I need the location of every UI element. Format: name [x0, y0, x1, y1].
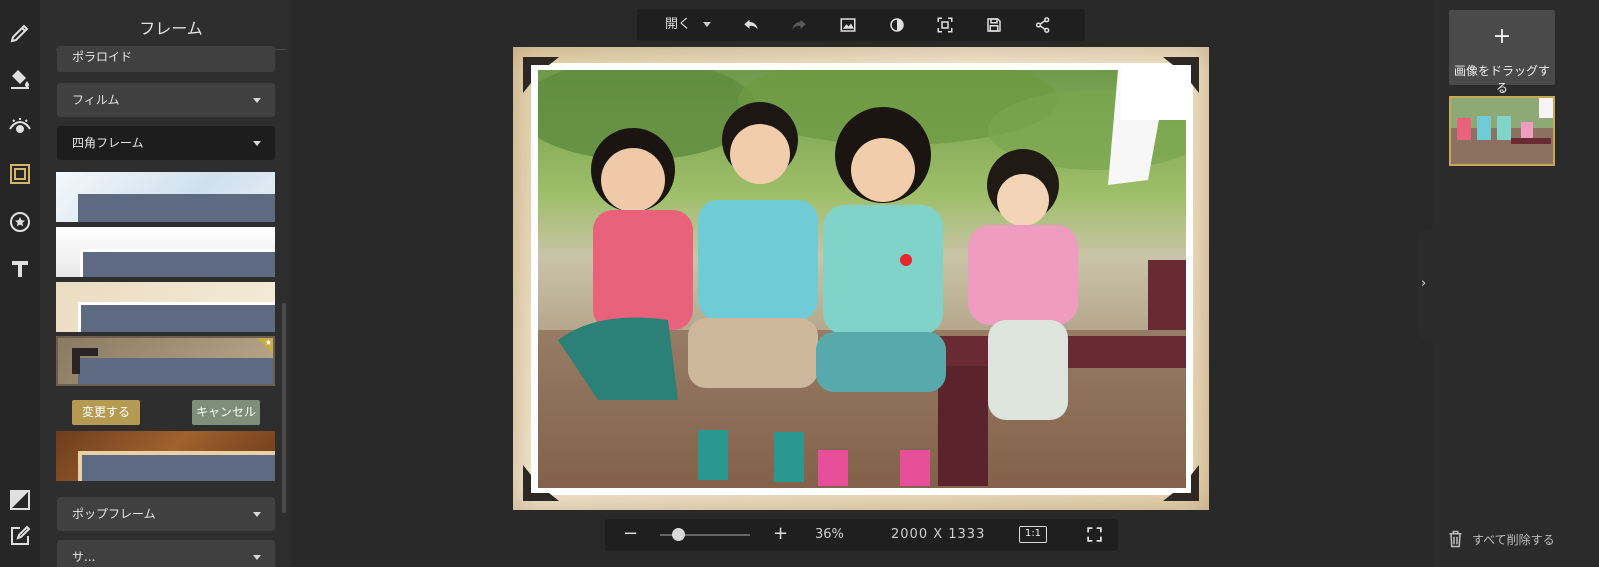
film-dropdown-label: フィルム — [72, 93, 120, 107]
edit-note-icon — [11, 525, 31, 545]
paint-bucket-icon — [11, 70, 29, 89]
polaroid-dropdown-label: ポラロイド — [72, 50, 133, 64]
square-frame-dropdown[interactable]: 四角フレーム — [57, 126, 275, 160]
pop-frame-dropdown-label: ポップフレーム — [72, 507, 156, 521]
save-icon — [987, 18, 1001, 32]
share-button[interactable] — [1033, 15, 1053, 35]
frame-preview — [78, 358, 273, 384]
frame-panel: フレーム ポラロイド フィルム 四角フレーム ★ 変更する キャンセル ポップフ… — [40, 0, 290, 567]
change-button[interactable]: 変更する — [72, 400, 140, 425]
zoom-out-button[interactable]: − — [623, 523, 638, 545]
contrast-icon — [890, 18, 904, 32]
film-dropdown[interactable]: フィルム — [57, 83, 275, 117]
zoom-percent: 36% — [815, 527, 844, 542]
frame-preview — [78, 451, 275, 481]
share-icon — [1035, 17, 1050, 33]
panel-title: フレーム — [56, 0, 286, 50]
frame-icon — [10, 164, 30, 184]
clear-all-button[interactable]: すべて削除する — [1448, 529, 1555, 551]
undo-icon — [744, 19, 758, 30]
fit-screen-icon — [937, 17, 953, 33]
frame-option-white-bevel[interactable] — [56, 227, 275, 277]
image-icon — [840, 18, 856, 32]
photo-children-on-bench — [538, 70, 1186, 488]
chevron-down-icon — [703, 22, 711, 27]
eye-tool[interactable] — [5, 112, 35, 142]
image-drop-zone[interactable]: + 画像をドラッグする — [1449, 10, 1555, 95]
left-tool-rail — [0, 0, 40, 567]
photo-corner-bottom-right — [1163, 465, 1199, 501]
text-tool[interactable] — [5, 254, 35, 284]
contrast-square-icon — [10, 490, 30, 510]
photo-editor-app: フレーム ポラロイド フィルム 四角フレーム ★ 変更する キャンセル ポップフ… — [0, 0, 1599, 567]
cancel-button[interactable]: キャンセル — [192, 400, 260, 425]
paint-bucket-tool[interactable] — [5, 64, 35, 94]
photo-image[interactable] — [538, 70, 1186, 488]
frame-option-vintage-selected[interactable]: ★ — [56, 336, 275, 386]
drop-zone-label: 画像をドラッグする — [1453, 64, 1550, 95]
frame-option-wood[interactable] — [56, 431, 275, 481]
top-toolbar: 開く — [637, 9, 1085, 41]
chevron-down-icon — [253, 512, 261, 517]
text-icon — [12, 261, 28, 277]
fit-screen-button[interactable] — [935, 15, 955, 35]
corner-mount — [72, 348, 98, 374]
frame-option-white-wave[interactable] — [56, 172, 275, 222]
fullscreen-icon[interactable] — [1086, 526, 1103, 543]
contrast-button[interactable] — [887, 15, 907, 35]
save-button[interactable] — [984, 15, 1004, 35]
clear-all-label: すべて削除する — [1472, 533, 1555, 547]
square-frame-dropdown-label: 四角フレーム — [72, 136, 144, 150]
undo-button[interactable] — [741, 15, 761, 35]
redo-button[interactable] — [789, 15, 809, 35]
add-icon: + — [1492, 24, 1512, 49]
frame-preview — [78, 194, 275, 222]
sticker-tool[interactable] — [5, 207, 35, 237]
redo-icon — [792, 19, 806, 30]
right-panel: + 画像をドラッグする — [1433, 0, 1599, 567]
zoom-in-button[interactable]: + — [773, 523, 788, 545]
chevron-down-icon — [253, 141, 261, 146]
edit-note-tool[interactable] — [5, 521, 35, 551]
frame-tool[interactable] — [5, 159, 35, 189]
contrast-square-tool[interactable] — [5, 485, 35, 515]
image-dimensions: 2000 X 1333 — [891, 527, 986, 542]
right-panel-toggle[interactable]: › — [1417, 230, 1433, 340]
chevron-down-icon — [253, 98, 261, 103]
next-category-dropdown[interactable]: サ... — [57, 540, 275, 567]
panel-scrollbar[interactable] — [282, 303, 286, 513]
chevron-right-icon: › — [1421, 276, 1427, 291]
actual-size-button[interactable]: 1:1 — [1019, 526, 1047, 543]
trash-icon — [1449, 530, 1462, 548]
eye-icon — [9, 118, 31, 133]
star-badge-icon — [10, 212, 30, 232]
zoom-slider-handle[interactable] — [672, 528, 685, 541]
photo-corner-top-left — [523, 57, 559, 93]
open-menu-button[interactable]: 開く — [665, 9, 691, 41]
pop-frame-dropdown[interactable]: ポップフレーム — [57, 497, 275, 531]
next-category-label: サ... — [72, 550, 96, 564]
chevron-down-icon — [253, 555, 261, 560]
photo-corner-top-right — [1163, 57, 1199, 93]
zoom-bar: − + 36% 2000 X 1333 1:1 — [605, 519, 1118, 551]
polaroid-dropdown[interactable]: ポラロイド — [57, 46, 275, 72]
thumbnail-preview — [1451, 98, 1553, 164]
frame-option-cream[interactable] — [56, 282, 275, 332]
frame-preview — [78, 302, 275, 332]
photo-corner-bottom-left — [523, 465, 559, 501]
image-adjust-button[interactable] — [838, 15, 858, 35]
frame-preview — [80, 249, 275, 277]
pencil-icon — [10, 24, 29, 43]
star-icon: ★ — [264, 338, 272, 347]
image-thumbnail[interactable] — [1449, 96, 1555, 166]
pencil-tool[interactable] — [5, 18, 35, 48]
